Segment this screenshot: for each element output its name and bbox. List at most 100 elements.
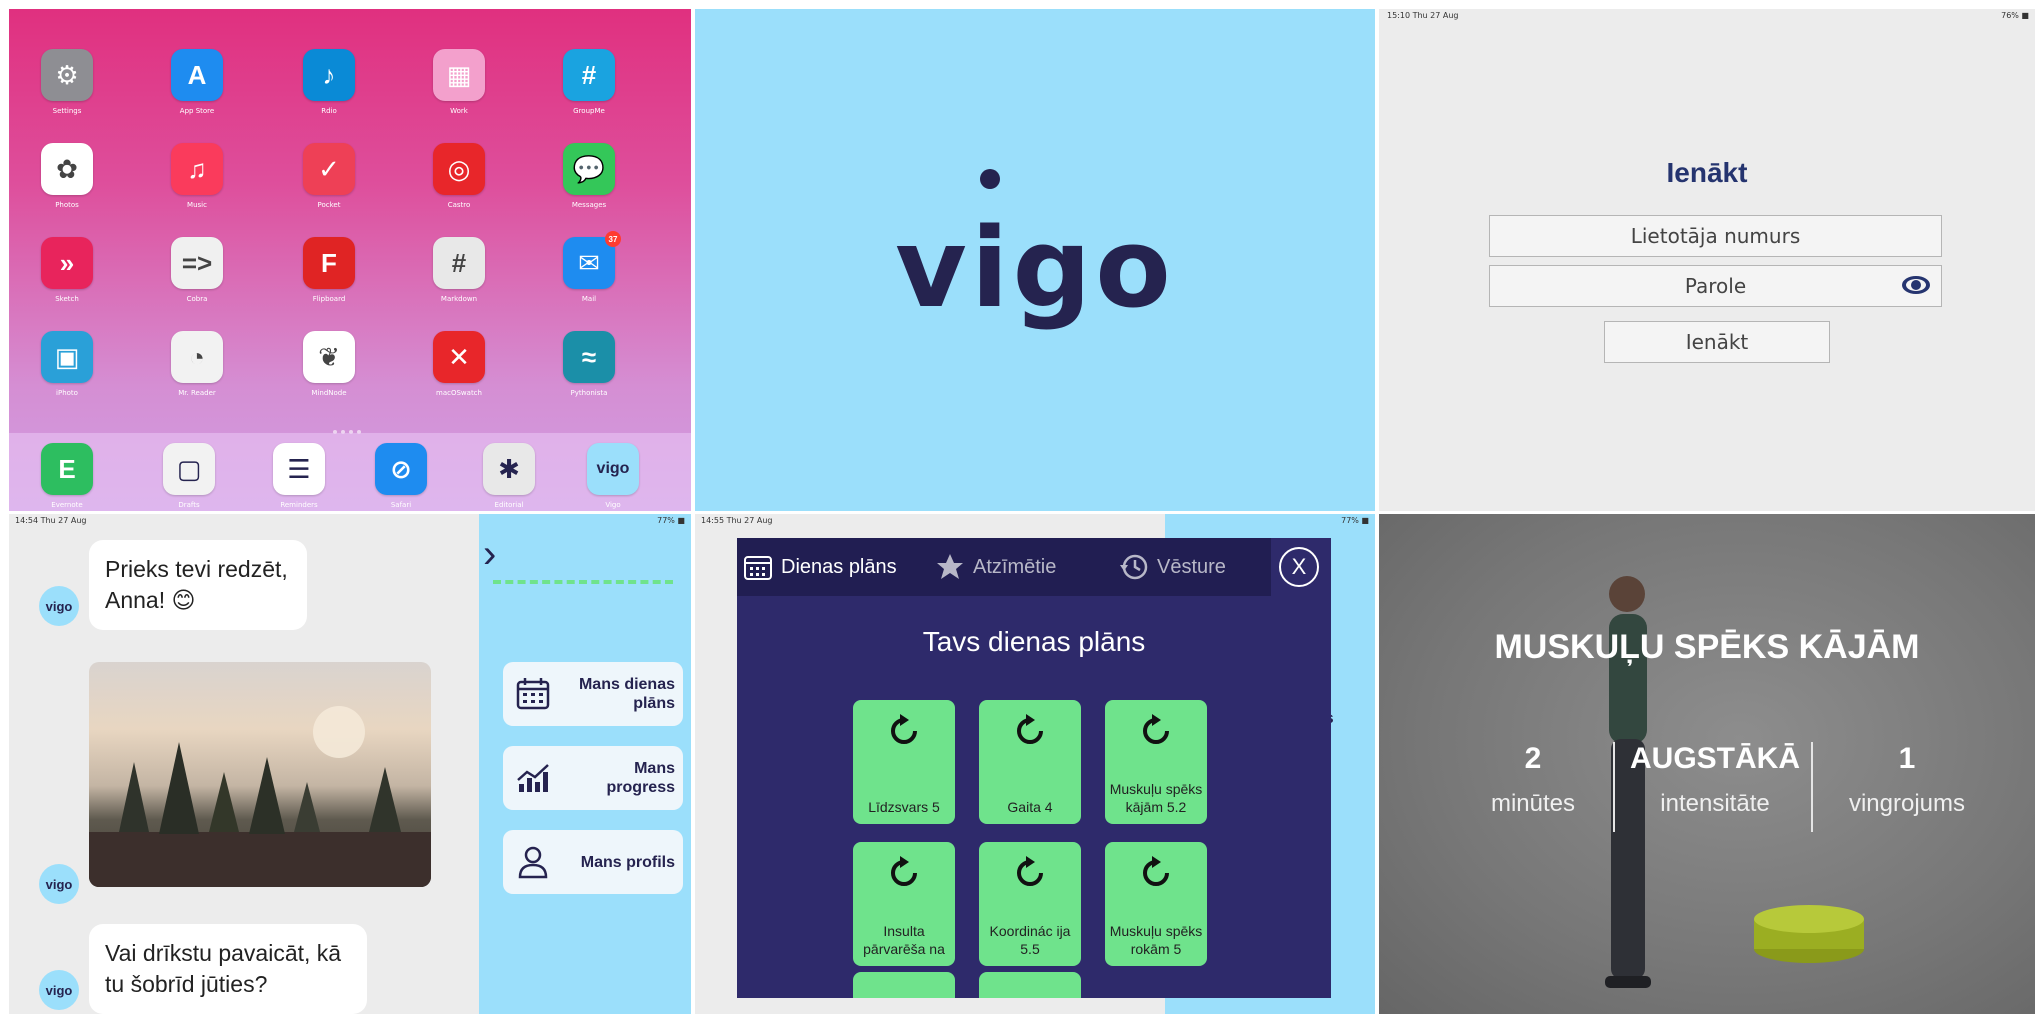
login-button[interactable]: Ienākt xyxy=(1604,321,1830,363)
app-icon: ✿ xyxy=(41,143,93,195)
tab-label: Dienas plāns xyxy=(781,555,897,578)
app-label: Pocket xyxy=(317,201,341,209)
status-time: 14:54 Thu 27 Aug xyxy=(15,516,87,525)
exercise-card-partial[interactable] xyxy=(979,972,1081,998)
card-label: Gaita 4 xyxy=(1007,799,1053,815)
tab-label: Atzīmētie xyxy=(973,555,1057,578)
modal-tabs: Dienas plāns Atzīmētie Vēsture xyxy=(737,538,1271,596)
app-label: macOSwatch xyxy=(436,389,482,397)
app-work[interactable]: ▦ Work xyxy=(394,49,524,115)
status-battery: 77% ■ xyxy=(1341,516,1369,525)
app-icon: ◎ xyxy=(433,143,485,195)
side-menu: 77% ■ › Mans dienas plāns Mans progress … xyxy=(479,514,691,1014)
exercise-card[interactable]: Koordinác ija 5.5 xyxy=(979,842,1081,966)
exercise-card-partial[interactable] xyxy=(853,972,955,998)
app-label: Cobra xyxy=(186,295,208,303)
stat-value: 1 xyxy=(1898,742,1916,775)
app-icon: ♪ xyxy=(303,49,355,101)
vigo-avatar: vigo xyxy=(39,970,79,1010)
app-label: Rdio xyxy=(321,107,337,115)
menu-label: Mans progress xyxy=(606,760,675,796)
notification-badge: 37 xyxy=(605,231,621,247)
chevron-right-icon[interactable]: › xyxy=(483,532,496,577)
chat-message: Prieks tevi redzēt, Anna! 😊 xyxy=(89,540,307,630)
app-icon: ◔ xyxy=(171,331,223,383)
forest-sunrise-image xyxy=(89,662,431,887)
tab-daily-plan[interactable]: Dienas plāns xyxy=(743,538,897,596)
exercise-intro-screen: MUSKUĻU SPĒKS KĀJĀM 2 minūtes AUGSTĀKĀ i… xyxy=(1379,514,2035,1014)
dock-evernote[interactable]: E Evernote xyxy=(9,443,132,509)
vigo-logo: vigo xyxy=(895,204,1175,332)
app-icon: ▢ xyxy=(163,443,215,495)
exercise-card[interactable]: Gaita 4 xyxy=(979,700,1081,824)
tab-history[interactable]: Vēsture xyxy=(1119,538,1226,596)
menu-profile-button[interactable]: Mans profils xyxy=(503,830,683,894)
app-markdown[interactable]: # Markdown xyxy=(394,237,524,303)
chat-screen: 14:54 Thu 27 Aug Prieks tevi redzēt, Ann… xyxy=(9,514,691,1014)
app-icon: ▦ xyxy=(433,49,485,101)
logo-dot xyxy=(980,169,1000,189)
vigo-splash-screen: vigo xyxy=(695,9,1375,511)
app-label: Music xyxy=(187,201,207,209)
app-pythonista[interactable]: ≈ Pythonista xyxy=(524,331,654,397)
stat-label: intensitāte xyxy=(1660,790,1770,817)
stat-value: AUGSTĀKĀ xyxy=(1630,742,1800,775)
app-mr-reader[interactable]: ◔ Mr. Reader xyxy=(132,331,262,397)
login-title: Ienākt xyxy=(1666,157,1748,188)
app-rdio[interactable]: ♪ Rdio xyxy=(264,49,394,115)
user-number-input[interactable]: Lietotāja numurs xyxy=(1489,215,1942,257)
app-messages[interactable]: 💬 Messages xyxy=(524,143,654,209)
dock-vigo[interactable]: vigo Vigo xyxy=(548,443,678,509)
tab-favorites[interactable]: Atzīmētie xyxy=(935,538,1056,596)
app-music[interactable]: ♫ Music xyxy=(132,143,262,209)
app-label: Messages xyxy=(571,201,607,209)
status-time: 15:10 Thu 27 Aug xyxy=(1387,11,1459,20)
chart-icon xyxy=(517,764,549,792)
menu-progress-button[interactable]: Mans progress xyxy=(503,746,683,810)
card-label: Insulta pārvarēša na xyxy=(863,923,945,957)
app-flipboard[interactable]: F Flipboard xyxy=(264,237,394,303)
card-label: Līdzsvars 5 xyxy=(868,799,940,815)
app-icon: F xyxy=(303,237,355,289)
refresh-icon xyxy=(1017,714,1043,744)
close-button[interactable]: X xyxy=(1279,547,1319,587)
exercise-card[interactable]: Muskuļu spēks rokām 5 xyxy=(1105,842,1207,966)
menu-daily-plan-button[interactable]: Mans dienas plāns xyxy=(503,662,683,726)
ipad-home-screen: ⚙ Settings A App Store ♪ Rdio ▦ Work # GroupMe ✿ Ph… xyxy=(9,9,691,511)
app-pocket[interactable]: ✓ Pocket xyxy=(264,143,394,209)
app-app-store[interactable]: A App Store xyxy=(132,49,262,115)
app-icon: ♫ xyxy=(171,143,223,195)
user-icon xyxy=(518,846,548,879)
app-macoswatch[interactable]: ✕ macOSwatch xyxy=(394,331,524,397)
eye-icon[interactable] xyxy=(1901,274,1931,296)
app-label: Work xyxy=(450,107,468,115)
app-icon: A xyxy=(171,49,223,101)
app-sketch[interactable]: » Sketch xyxy=(9,237,132,303)
exercise-card[interactable]: Insulta pārvarēša na xyxy=(853,842,955,966)
status-battery: 76% ■ xyxy=(2001,11,2029,20)
daily-plan-screen: 14:55 Thu 27 Aug 77% ■ ns Dienas plāns A… xyxy=(695,514,1375,1014)
app-label: Vigo xyxy=(605,501,621,509)
app-groupme[interactable]: # GroupMe xyxy=(524,49,654,115)
app-icon: ✓ xyxy=(303,143,355,195)
app-castro[interactable]: ◎ Castro xyxy=(394,143,524,209)
refresh-icon xyxy=(891,714,917,744)
exercise-card[interactable]: Muskuļu spēks kājām 5.2 xyxy=(1105,700,1207,824)
app-label: Evernote xyxy=(51,501,83,509)
app-mail[interactable]: ✉ 37 Mail xyxy=(524,231,654,303)
exercise-card[interactable]: Līdzsvars 5 xyxy=(853,700,955,824)
app-settings[interactable]: ⚙ Settings xyxy=(9,49,132,115)
app-photos[interactable]: ✿ Photos xyxy=(9,143,132,209)
app-icon: ⚙ xyxy=(41,49,93,101)
app-mindnode[interactable]: ❦ MindNode xyxy=(264,331,394,397)
card-label: Muskuļu spēks rokām 5 xyxy=(1109,923,1203,957)
status-battery: 77% ■ xyxy=(657,516,685,525)
chat-area: 14:54 Thu 27 Aug Prieks tevi redzēt, Ann… xyxy=(9,514,479,1014)
refresh-icon xyxy=(1143,856,1169,886)
app-label: Sketch xyxy=(55,295,79,303)
forest-illustration xyxy=(89,706,431,887)
app-icon: ✉ 37 xyxy=(563,231,621,289)
app-iphoto[interactable]: ▣ iPhoto xyxy=(9,331,132,397)
app-cobra[interactable]: => Cobra xyxy=(132,237,262,303)
password-input[interactable]: Parole xyxy=(1489,265,1942,307)
